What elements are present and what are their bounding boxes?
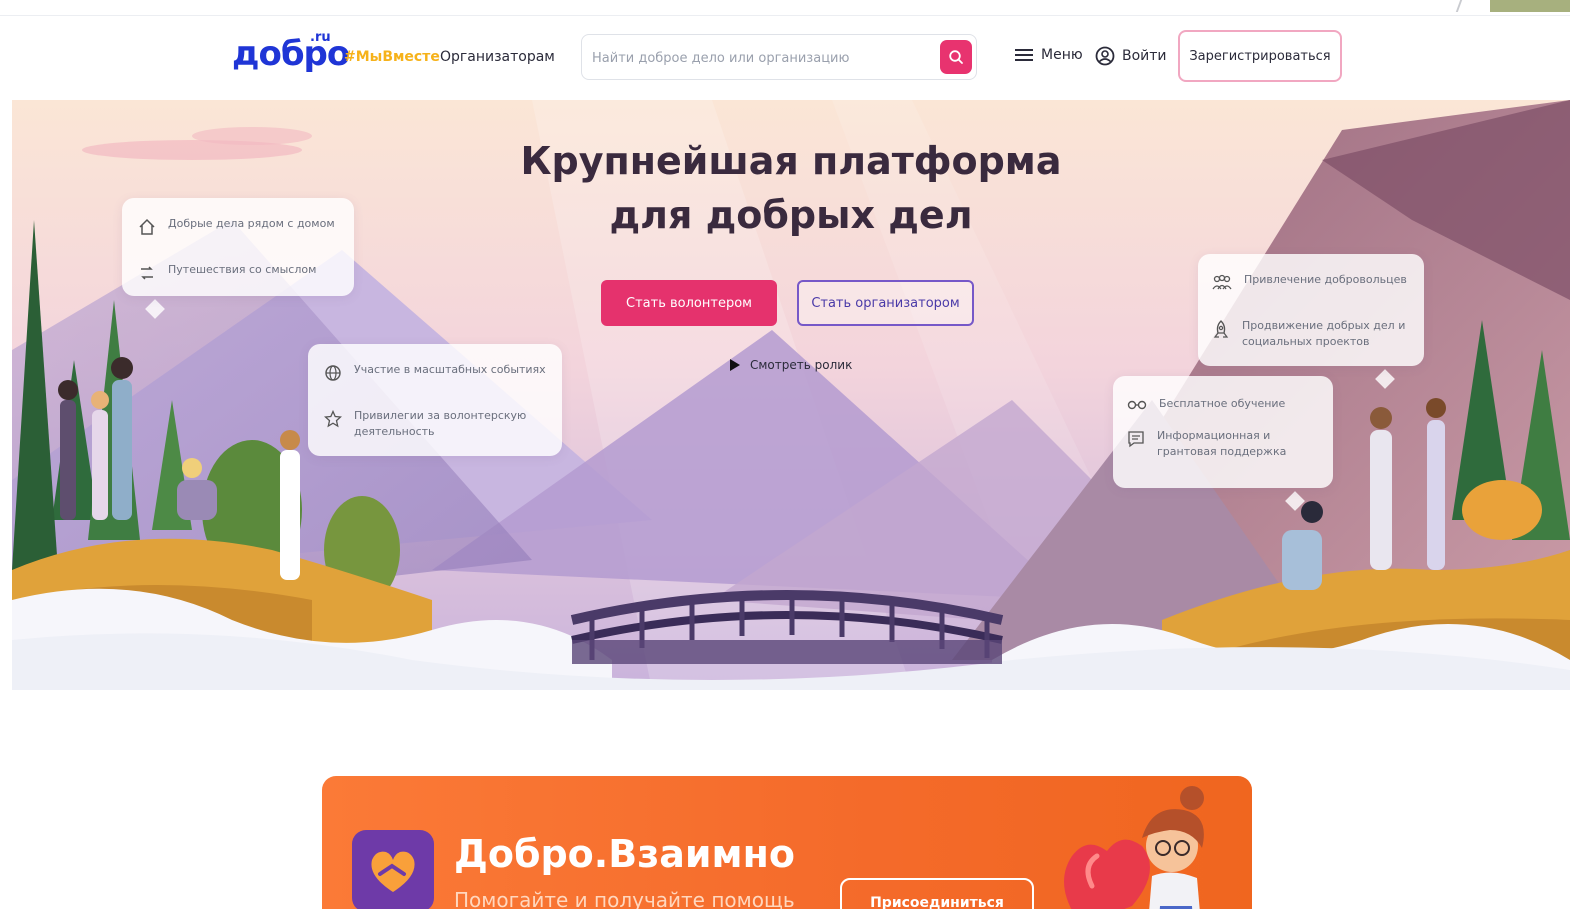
top-strip-thumbnail — [1490, 0, 1570, 12]
watch-video-label: Смотреть ролик — [750, 358, 853, 372]
promo-banner: Добро.Взаимно Помогайте и получайте помо… — [322, 776, 1252, 909]
feature-card-left-top: Добрые дела рядом с домом Путешествия со… — [122, 198, 354, 296]
star-icon — [324, 410, 342, 428]
feature-item: Привлечение добровольцев — [1212, 272, 1412, 292]
feature-text: Привлечение добровольцев — [1244, 273, 1407, 286]
logo-suffix: .ru — [310, 30, 331, 45]
heart-hands-icon — [352, 830, 434, 909]
home-icon — [139, 218, 155, 235]
user-circle-icon — [1095, 46, 1115, 66]
people-icon — [1212, 274, 1232, 290]
join-button[interactable]: Присоединиться — [840, 878, 1034, 909]
top-strip-divider — [1455, 0, 1463, 12]
login-label: Войти — [1122, 48, 1167, 64]
feature-text: Участие в масштабных событиях — [354, 363, 546, 376]
become-organizer-button[interactable]: Стать организатором — [797, 280, 974, 326]
watch-video-link[interactable]: Смотреть ролик — [730, 358, 852, 372]
search-button[interactable] — [940, 40, 972, 74]
feature-text: Добрые дела рядом с домом — [168, 217, 335, 230]
feature-card-right-top: Привлечение добровольцев Продвижение доб… — [1198, 254, 1424, 366]
search-icon — [949, 50, 963, 64]
message-icon — [1128, 431, 1144, 448]
feature-item: Участие в масштабных событиях — [324, 362, 546, 382]
site-header: добро .ru #МыВместе Организаторам Меню В… — [12, 16, 1570, 100]
feature-item: Информационная и грантовая поддержка — [1127, 428, 1323, 460]
search-input[interactable] — [592, 47, 932, 69]
hero-title-line2: для добрых дел — [609, 193, 973, 237]
promo-subtitle: Помогайте и получайте помощь — [454, 888, 795, 909]
menu-button[interactable]: Меню — [1015, 47, 1083, 63]
hashtag-link[interactable]: #МыВместе — [344, 49, 440, 65]
rocket-icon — [1213, 320, 1229, 338]
feature-card-right-mid: Бесплатное обучение Информационная и гра… — [1113, 376, 1333, 488]
feature-item: Привилегии за волонтерскую деятельность — [324, 408, 546, 440]
menu-label: Меню — [1041, 47, 1083, 63]
organizers-link[interactable]: Организаторам — [440, 49, 555, 65]
feature-text: Информационная и грантовая поддержка — [1157, 429, 1287, 458]
feature-text: Бесплатное обучение — [1159, 397, 1286, 410]
feature-item: Продвижение добрых дел и социальных прое… — [1212, 318, 1412, 350]
feature-item: Добрые дела рядом с домом — [138, 216, 338, 236]
left-edge — [0, 16, 12, 909]
browser-top-strip — [0, 0, 1570, 16]
feature-text: Продвижение добрых дел и социальных прое… — [1242, 319, 1406, 348]
login-button[interactable]: Войти — [1095, 46, 1167, 66]
girl-with-heart-illustration — [1064, 786, 1204, 909]
glasses-icon — [1127, 400, 1147, 410]
globe-icon — [325, 365, 341, 381]
promo-title: Добро.Взаимно — [454, 832, 795, 876]
logo[interactable]: добро — [232, 34, 350, 74]
hero-title-line1: Крупнейшая платформа — [520, 139, 1062, 183]
search-box — [581, 34, 977, 80]
feature-text: Привилегии за волонтерскую деятельность — [354, 409, 527, 438]
feature-item: Путешествия со смыслом — [138, 262, 338, 282]
become-volunteer-button[interactable]: Стать волонтером — [601, 280, 777, 326]
feature-item: Бесплатное обучение — [1127, 396, 1323, 412]
play-icon — [730, 359, 740, 371]
hamburger-icon — [1015, 49, 1033, 61]
register-button[interactable]: Зарегистрироваться — [1178, 30, 1342, 82]
hero-section: Крупнейшая платформа для добрых дел Стат… — [12, 100, 1570, 690]
feature-text: Путешествия со смыслом — [168, 263, 317, 276]
feature-card-left-mid: Участие в масштабных событиях Привилегии… — [308, 344, 562, 456]
route-icon — [141, 266, 153, 280]
